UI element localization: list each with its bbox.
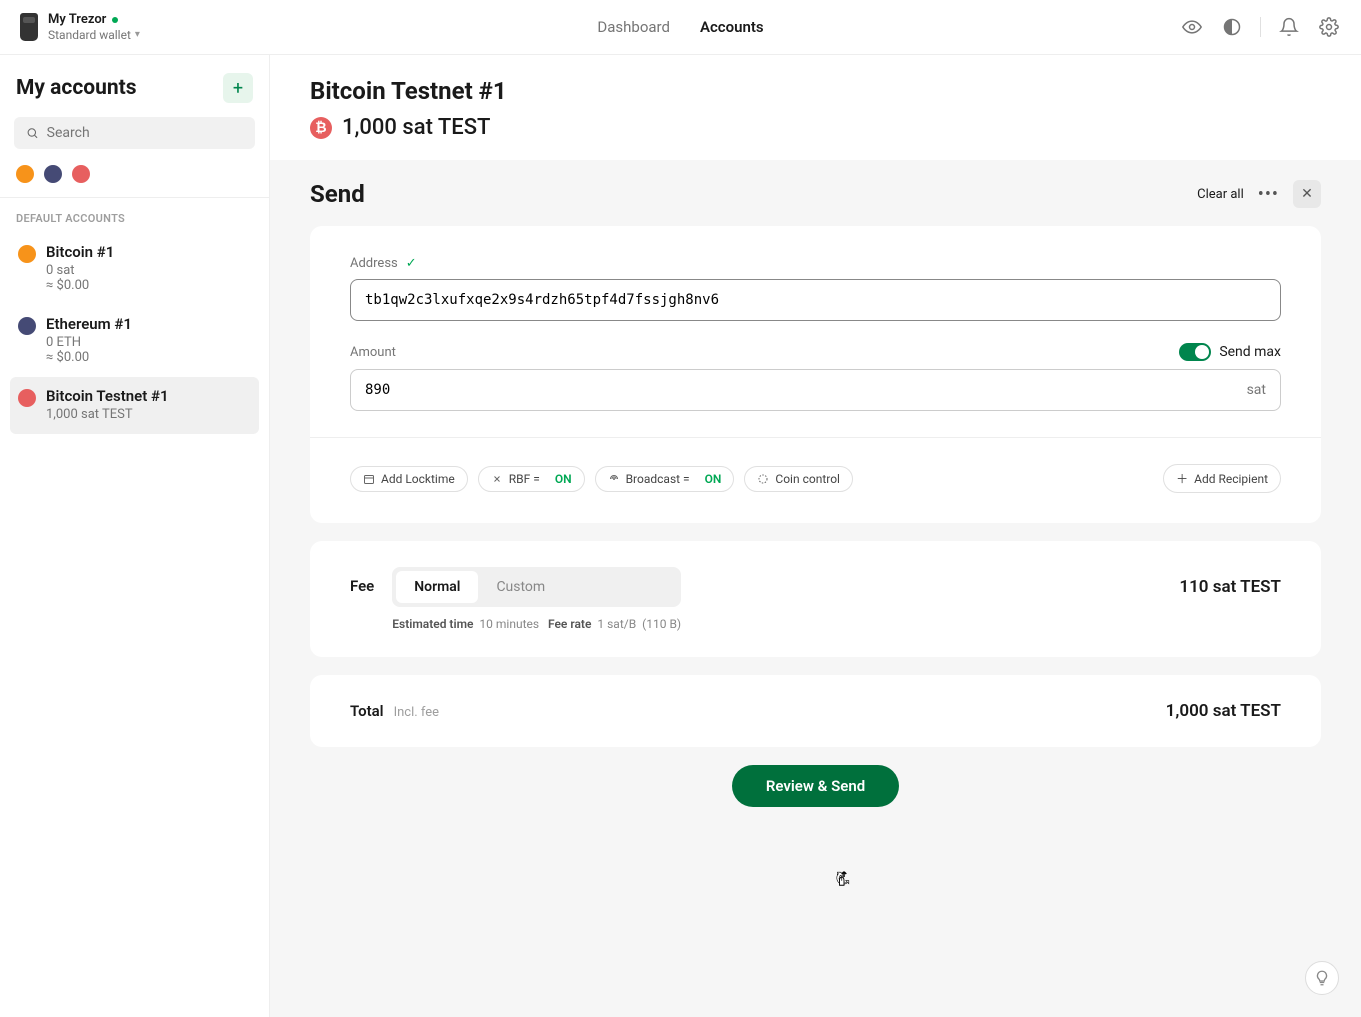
search-icon [26,126,39,140]
chevron-down-icon: ▾ [135,29,140,41]
divider [1260,17,1261,37]
total-label: Total [350,702,384,720]
test-icon [18,389,36,407]
rbf-icon [491,473,503,485]
device-name: My Trezor [48,12,106,28]
account-name: Bitcoin #1 [46,243,114,261]
send-title: Send [310,180,365,208]
plus-icon: ＋ [1176,470,1188,487]
nav-dashboard[interactable]: Dashboard [597,18,670,36]
broadcast-chip[interactable]: Broadcast = ON [595,466,735,492]
lightbulb-icon [1313,969,1331,987]
fee-label: Fee [350,577,374,595]
filter-test-icon[interactable] [72,165,90,183]
fee-normal-button[interactable]: Normal [396,571,478,603]
sidebar-account-ethereum[interactable]: Ethereum #1 0 ETH ≈ $0.00 [10,305,259,377]
search-input[interactable] [14,117,255,149]
clear-all-button[interactable]: Clear all [1197,187,1244,202]
settings-icon[interactable] [1317,15,1341,39]
add-locktime-chip[interactable]: Add Locktime [350,466,468,492]
close-button[interactable]: ✕ [1293,180,1321,208]
sidebar: My accounts + DEFAULT ACCOUNTS Bitcoin #… [0,55,270,1017]
page-title: Bitcoin Testnet #1 [310,77,1321,105]
send-max-label: Send max [1219,344,1281,360]
more-options-icon[interactable]: ••• [1258,184,1279,205]
fee-custom-button[interactable]: Custom [478,571,563,603]
account-balance: 0 sat [46,263,114,278]
add-account-button[interactable]: + [223,73,253,103]
total-card: Total Incl. fee 1,000 sat TEST [310,675,1321,747]
fee-value: 110 sat TEST [1179,577,1281,597]
account-fiat: ≈ $0.00 [46,350,132,365]
calendar-icon [363,473,375,485]
eth-icon [18,317,36,335]
account-balance: 0 ETH [46,335,132,350]
notifications-icon[interactable] [1277,15,1301,39]
broadcast-icon [608,473,620,485]
address-label: Address [350,256,398,271]
coin-icon: ₿ [310,117,332,139]
search-field[interactable] [47,125,243,141]
amount-input[interactable]: sat [350,369,1281,411]
check-icon: ✓ [406,256,417,271]
account-name: Bitcoin Testnet #1 [46,387,169,405]
help-button[interactable] [1305,961,1339,995]
total-value: 1,000 sat TEST [1166,701,1281,721]
main-content: Bitcoin Testnet #1 ₿ 1,000 sat TEST Send… [270,55,1361,1017]
amount-field[interactable] [365,370,1247,410]
btc-icon [18,245,36,263]
filter-eth-icon[interactable] [44,165,62,183]
status-dot-icon [112,17,118,23]
rbf-chip[interactable]: RBF = ON [478,466,585,492]
wallet-type: Standard wallet [48,28,131,42]
fee-segmented-control: Normal Custom [392,567,681,607]
amount-label: Amount [350,345,396,360]
fee-card: Fee Normal Custom Estimated time 10 minu… [310,541,1321,657]
recipient-card: Address ✓ Amount Send max sat [310,226,1321,523]
device-icon [20,13,38,41]
account-balance: 1,000 sat TEST [46,407,169,422]
nav-accounts[interactable]: Accounts [700,18,764,36]
coin-control-chip[interactable]: Coin control [744,466,853,492]
send-max-toggle[interactable] [1179,343,1211,361]
page-balance: 1,000 sat TEST [342,115,490,140]
incl-fee-label: Incl. fee [394,705,440,720]
address-input[interactable] [350,279,1281,321]
account-name: Ethereum #1 [46,315,132,333]
device-selector[interactable]: My Trezor Standard wallet ▾ [20,12,140,42]
discreet-mode-icon[interactable] [1180,15,1204,39]
add-recipient-button[interactable]: ＋ Add Recipient [1163,464,1281,493]
theme-icon[interactable] [1220,15,1244,39]
coin-control-icon [757,473,769,485]
filter-btc-icon[interactable] [16,165,34,183]
account-fiat: ≈ $0.00 [46,278,114,293]
sidebar-section-label: DEFAULT ACCOUNTS [10,198,259,233]
amount-unit: sat [1247,382,1266,398]
sidebar-account-testnet[interactable]: Bitcoin Testnet #1 1,000 sat TEST [10,377,259,434]
review-send-button[interactable]: Review & Send [732,765,899,807]
sidebar-title: My accounts [16,76,137,100]
fee-meta: Estimated time 10 minutes Fee rate 1 sat… [392,617,681,631]
sidebar-account-bitcoin[interactable]: Bitcoin #1 0 sat ≈ $0.00 [10,233,259,305]
